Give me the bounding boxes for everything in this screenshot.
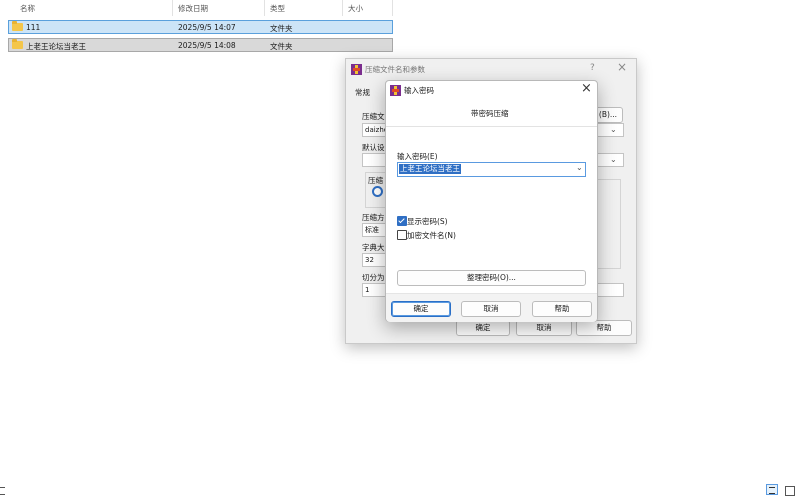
column-header-date[interactable]: 修改日期 <box>178 3 208 14</box>
password-value: 上老王论坛当老王 <box>399 164 461 174</box>
cancel-button[interactable]: 取消 <box>461 301 521 317</box>
file-name: 111 <box>26 23 41 32</box>
split-unit-field[interactable] <box>596 283 624 297</box>
folder-icon <box>12 21 23 31</box>
split-label: 切分为 <box>362 273 385 282</box>
dialog-heading: 带密码压缩 <box>471 109 509 118</box>
file-type: 文件夹 <box>270 24 293 33</box>
close-icon[interactable]: × <box>617 60 627 74</box>
list-icon <box>769 487 775 494</box>
organize-passwords-button[interactable]: 整理密码(O)... <box>397 270 586 286</box>
help-button[interactable]: 帮助 <box>532 301 592 317</box>
column-header-name[interactable]: 名称 <box>20 3 35 14</box>
help-button[interactable]: 帮助 <box>576 320 632 336</box>
winrar-icon <box>351 64 362 75</box>
column-divider[interactable] <box>342 0 343 16</box>
explorer-header: 名称 修改日期 类型 大小 <box>0 0 800 16</box>
method-label: 压缩方 <box>362 213 385 222</box>
update-mode-dropdown[interactable]: ⌄ <box>596 153 624 167</box>
column-header-size[interactable]: 大小 <box>348 3 363 14</box>
file-row[interactable]: 111 2025/9/5 14:07 文件夹 <box>8 20 393 34</box>
column-divider[interactable] <box>264 0 265 16</box>
chevron-down-icon: ⌄ <box>610 155 617 164</box>
details-view-button[interactable] <box>766 484 778 495</box>
show-password-label[interactable]: 显示密码(S) <box>407 216 448 227</box>
archive-name-dropdown[interactable]: ⌄ <box>596 123 624 137</box>
password-input[interactable]: 上老王论坛当老王 ⌄ <box>397 162 586 177</box>
password-label: 输入密码(E) <box>397 152 438 161</box>
encrypt-filenames-checkbox[interactable] <box>397 230 407 240</box>
dialog-title: 压缩文件名和参数 <box>365 65 425 74</box>
winrar-icon <box>390 85 401 96</box>
file-date: 2025/9/5 14:08 <box>178 41 236 50</box>
encrypt-filenames-label[interactable]: 加密文件名(N) <box>407 230 456 241</box>
default-profile-label: 默认设 <box>362 143 385 152</box>
divider <box>386 126 597 127</box>
ok-button[interactable]: 确定 <box>391 301 451 317</box>
status-bar-icon <box>0 487 5 495</box>
column-divider[interactable] <box>392 0 393 16</box>
help-icon[interactable]: ? <box>590 63 595 73</box>
folder-icon <box>12 39 23 49</box>
options-group-box <box>594 179 621 269</box>
column-divider[interactable] <box>172 0 173 16</box>
format-label: 压缩 <box>368 176 383 185</box>
file-row[interactable]: 上老王论坛当老王 2025/9/5 14:08 文件夹 <box>8 38 393 52</box>
archive-name-label: 压缩文 <box>362 112 385 121</box>
cancel-button[interactable]: 取消 <box>516 320 572 336</box>
format-radio[interactable] <box>372 186 383 197</box>
close-icon[interactable]: × <box>581 81 592 96</box>
file-name: 上老王论坛当老王 <box>26 42 86 51</box>
password-dialog: 输入密码 × 带密码压缩 输入密码(E) 上老王论坛当老王 ⌄ 显示密码(S) … <box>385 80 598 322</box>
dictionary-label: 字典大 <box>362 243 385 252</box>
file-type: 文件夹 <box>270 42 293 51</box>
chevron-down-icon: ⌄ <box>610 125 617 134</box>
tiles-view-button[interactable] <box>785 486 795 496</box>
tab-general[interactable]: 常规 <box>355 87 370 98</box>
chevron-down-icon[interactable]: ⌄ <box>576 163 583 172</box>
ok-button[interactable]: 确定 <box>456 320 510 336</box>
file-date: 2025/9/5 14:07 <box>178 23 236 32</box>
show-password-checkbox[interactable] <box>397 216 407 226</box>
dialog-title: 输入密码 <box>404 86 434 95</box>
column-header-type[interactable]: 类型 <box>270 3 285 14</box>
